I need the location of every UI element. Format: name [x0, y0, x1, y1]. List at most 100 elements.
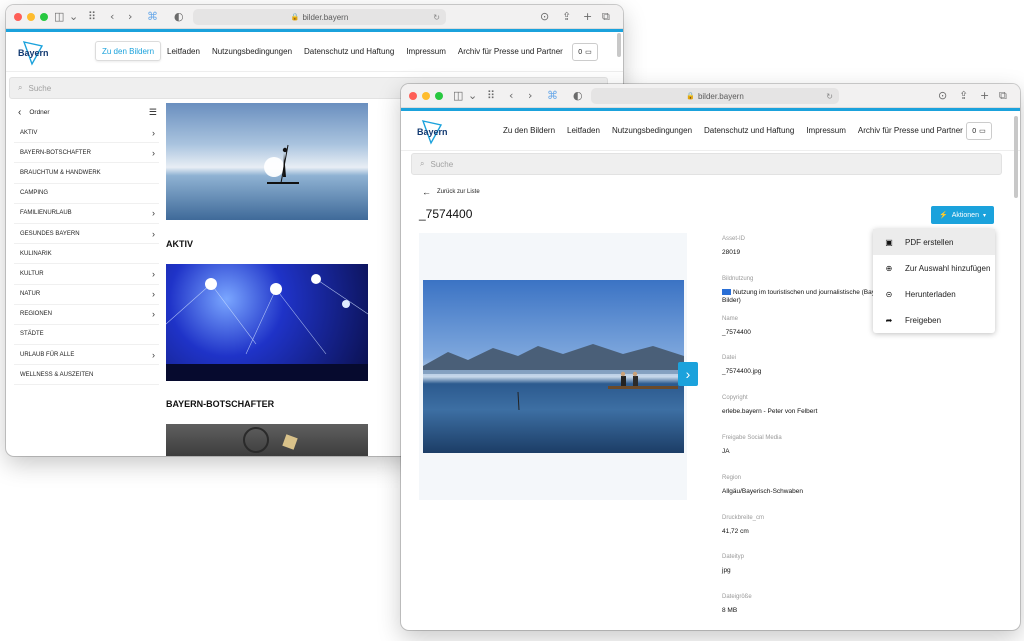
address-bar-2[interactable]: 🔒 bilder.bayern ↻ [591, 88, 839, 104]
sidebar-item[interactable]: Wellness & Auszeiten [14, 365, 159, 386]
image-aktiv-concert[interactable] [166, 264, 368, 381]
nav-datenschutz-2[interactable]: Datenschutz und Haftung [698, 120, 800, 140]
dropdown-item[interactable]: ▣ PDF erstellen [873, 229, 995, 255]
sidebar-toggle-icon[interactable]: ◫ [54, 9, 64, 25]
meta-value-text: erlebe.bayern - Peter von Felbert [722, 408, 818, 416]
back-icon-2[interactable]: ‹ [509, 88, 513, 104]
nav-nutzungsbedingungen[interactable]: Nutzungsbedingungen [206, 41, 298, 61]
category-title-bayern-botschafter[interactable]: BAYERN-BOTSCHAFTER [166, 399, 274, 409]
selection-cart-button-2[interactable]: 0 ▭ [966, 122, 992, 140]
new-tab-icon-2[interactable]: + [980, 88, 989, 104]
extension-icon[interactable]: ⌘ [147, 9, 158, 25]
nav-leitfaden-2[interactable]: Leitfaden [561, 120, 606, 140]
share-icon[interactable]: ⇪ [562, 9, 571, 25]
back-to-list-link[interactable]: ← Zurück zur Liste [422, 187, 480, 197]
dropdown-item[interactable]: ⊕ Zur Auswahl hinzufügen [873, 255, 995, 281]
filter-settings-icon[interactable]: ☰ [149, 107, 157, 118]
sidebar-item[interactable]: Städte [14, 325, 159, 346]
privacy-shield-icon[interactable]: ◐ [174, 9, 184, 25]
sidebar-item[interactable]: Gesundes Bayern › [14, 224, 159, 245]
sidebar-item-label: Urlaub für alle [20, 351, 75, 358]
sidebar-item[interactable]: Kulinarik [14, 244, 159, 265]
chevron-left-icon[interactable]: ‹ [18, 107, 21, 118]
dropdown-item-label: Zur Auswahl hinzufügen [905, 263, 991, 273]
nav-zu-den-bildern-2[interactable]: Zu den Bildern [497, 120, 561, 140]
chevron-right-icon[interactable]: › [152, 289, 155, 299]
meta-value-text: _7574400.jpg [722, 368, 762, 376]
sidebar-item-label: Kulinarik [20, 250, 52, 257]
tabs-icon[interactable]: ⧉ [602, 9, 610, 25]
actions-button[interactable]: ⚡ Aktionen ▾ [931, 206, 994, 224]
share-icon-2[interactable]: ⇪ [959, 88, 968, 104]
image-bayern-botschafter[interactable] [166, 424, 368, 456]
search-input-2[interactable]: Suche [430, 160, 453, 169]
bayern-logo-2[interactable]: Bayern [417, 119, 455, 145]
chevron-right-icon[interactable]: › [152, 229, 155, 239]
dropdown-item[interactable]: ⊝ Herunterladen [873, 281, 995, 307]
privacy-shield-icon-2[interactable]: ◐ [573, 88, 583, 104]
chevron-right-icon[interactable]: › [152, 128, 155, 138]
nav-leitfaden[interactable]: Leitfaden [161, 41, 206, 61]
extension-icon-2[interactable]: ⌘ [547, 88, 558, 104]
minimize-window-button[interactable] [27, 13, 35, 21]
zoom-window-button[interactable] [40, 13, 48, 21]
sidebar-item-label: Brauchtum & Handwerk [20, 169, 101, 176]
tab-overview-icon-2[interactable]: ⠿ [487, 88, 495, 104]
sidebar-item[interactable]: Kultur › [14, 264, 159, 285]
chevron-down-icon-2[interactable]: ⌄ [468, 88, 477, 104]
back-icon[interactable]: ‹ [110, 9, 114, 25]
reload-icon-2[interactable]: ↻ [826, 92, 833, 101]
download-icon-2[interactable]: ⊙ [938, 88, 947, 104]
nav-impressum[interactable]: Impressum [400, 41, 452, 61]
download-icon[interactable]: ⊙ [540, 9, 549, 25]
close-window-button-2[interactable] [409, 92, 417, 100]
sidebar-item[interactable]: Familienurlaub › [14, 204, 159, 224]
nav-nutzungsbedingungen-2[interactable]: Nutzungsbedingungen [606, 120, 698, 140]
tab-overview-icon[interactable]: ⠿ [88, 9, 96, 25]
next-image-button[interactable]: › [678, 362, 698, 386]
forward-icon-2[interactable]: › [528, 88, 532, 104]
minimize-window-button-2[interactable] [422, 92, 430, 100]
sidebar-item[interactable]: Aktiv › [14, 123, 159, 144]
sidebar-item[interactable]: Bayern-Botschafter › [14, 143, 159, 164]
selection-cart-button[interactable]: 0 ▭ [572, 43, 598, 61]
new-tab-icon[interactable]: + [583, 9, 592, 25]
nav-archiv[interactable]: Archiv für Presse und Partner [452, 41, 569, 61]
page-scrollbar[interactable] [617, 33, 621, 57]
image-aktiv-sup[interactable] [166, 103, 368, 220]
close-window-button[interactable] [14, 13, 22, 21]
reload-icon[interactable]: ↻ [433, 13, 440, 22]
page-scrollbar-2[interactable] [1014, 116, 1018, 198]
asset-image[interactable] [423, 280, 684, 453]
chevron-right-icon[interactable]: › [152, 350, 155, 360]
sidebar-toggle-icon-2[interactable]: ◫ [453, 88, 463, 104]
address-bar[interactable]: 🔒 bilder.bayern ↻ [193, 9, 446, 25]
dropdown-item[interactable]: ➦ Freigeben [873, 307, 995, 333]
search-bar-2[interactable]: ⌕ Suche [411, 153, 1002, 175]
sidebar-item[interactable]: Brauchtum & Handwerk [14, 163, 159, 184]
logo-text: Bayern [18, 48, 49, 58]
sidebar-item[interactable]: Natur › [14, 285, 159, 305]
meta-label: Druckbreite_cm [722, 514, 765, 521]
zoom-window-button-2[interactable] [435, 92, 443, 100]
meta-row: Copyright erlebe.bayern - Peter von Felbe… [722, 392, 892, 432]
title-bar: ◫ ⌄ ⠿ ‹ › ⌘ ◐ 🔒 bilder.bayern ↻ ⊙ ⇪ + ⧉ [6, 5, 623, 29]
sidebar-item[interactable]: Camping [14, 184, 159, 204]
nav-impressum-2[interactable]: Impressum [800, 120, 852, 140]
forward-icon[interactable]: › [128, 9, 132, 25]
chevron-right-icon[interactable]: › [152, 269, 155, 279]
tabs-icon-2[interactable]: ⧉ [999, 88, 1007, 104]
nav-datenschutz[interactable]: Datenschutz und Haftung [298, 41, 400, 61]
chevron-right-icon[interactable]: › [152, 208, 155, 218]
meta-value: _7574400 [722, 329, 892, 337]
chevron-down-icon[interactable]: ⌄ [69, 9, 78, 25]
chevron-right-icon[interactable]: › [152, 309, 155, 319]
bayern-logo[interactable]: Bayern [18, 40, 56, 66]
category-title-aktiv[interactable]: AKTIV [166, 239, 193, 249]
nav-zu-den-bildern[interactable]: Zu den Bildern [95, 41, 162, 61]
sidebar-item[interactable]: Urlaub für alle › [14, 345, 159, 366]
search-input[interactable]: Suche [28, 84, 51, 93]
nav-archiv-2[interactable]: Archiv für Presse und Partner [852, 120, 969, 140]
chevron-right-icon[interactable]: › [152, 148, 155, 158]
sidebar-item[interactable]: Regionen › [14, 305, 159, 325]
